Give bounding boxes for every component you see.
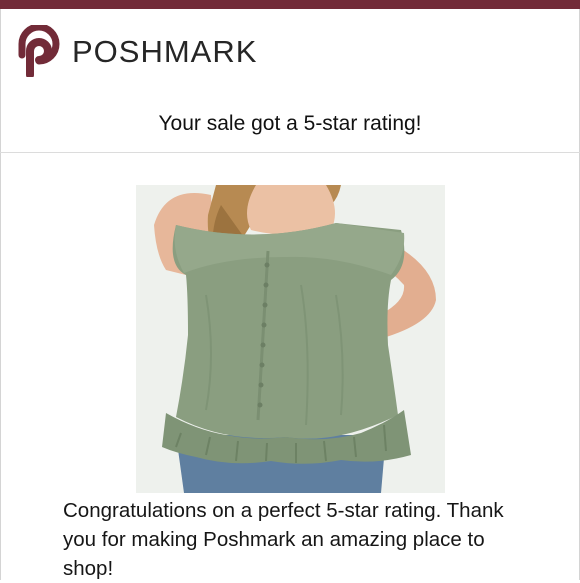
brand-name: POSHMARK bbox=[72, 33, 258, 69]
product-photo[interactable] bbox=[136, 185, 445, 493]
congratulations-message: Congratulations on a perfect 5-star rati… bbox=[63, 499, 504, 580]
poshmark-logo[interactable]: POSHMARK bbox=[16, 25, 257, 77]
header-divider bbox=[0, 152, 580, 153]
notification-headline: Your sale got a 5-star rating! bbox=[158, 112, 422, 135]
top-accent-bar bbox=[0, 0, 580, 9]
off-shoulder-olive-ruffle-top-photo bbox=[136, 185, 445, 493]
poshmark-p-icon bbox=[18, 25, 60, 77]
